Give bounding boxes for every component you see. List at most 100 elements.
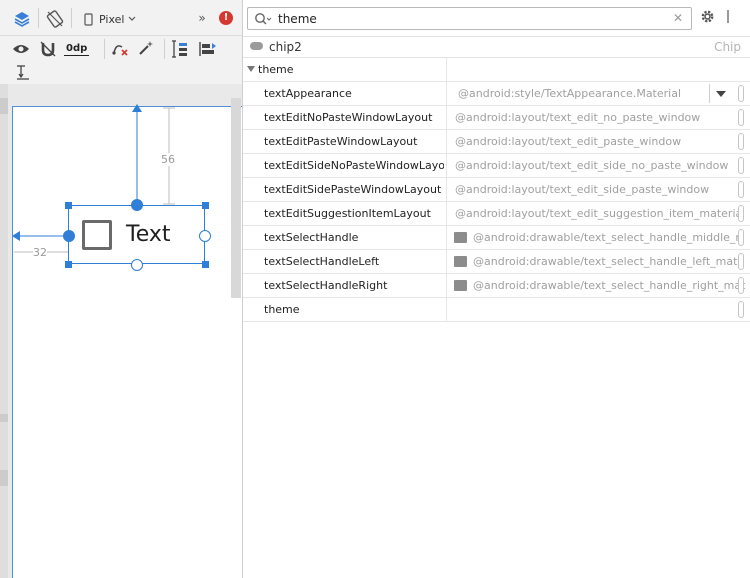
resource-picker-button[interactable] — [738, 157, 744, 174]
section-value-cell — [446, 58, 750, 82]
orientation-icon[interactable] — [45, 9, 65, 29]
search-icon — [255, 13, 272, 25]
layers-icon[interactable] — [12, 9, 32, 29]
error-icon[interactable]: ! — [219, 11, 233, 25]
property-value-cell[interactable]: @android:style/TextAppearance.Material — [446, 82, 750, 106]
component-header: chip2 Chip — [243, 36, 750, 58]
property-row[interactable]: textEditNoPasteWindowLayout @android:lay… — [243, 106, 750, 130]
property-name: textSelectHandleLeft — [264, 255, 380, 268]
property-name: textSelectHandleRight — [264, 279, 388, 292]
property-name: textSelectHandle — [264, 231, 359, 244]
magnet-icon[interactable] — [40, 41, 56, 57]
widget-text: Text — [126, 222, 171, 247]
anchor-top[interactable] — [131, 199, 143, 211]
property-row[interactable]: textEditSideNoPasteWindowLayo... @androi… — [243, 154, 750, 178]
section-label: theme — [258, 63, 294, 76]
dimension-label-left: 32 — [33, 246, 47, 259]
component-id: chip2 — [269, 40, 302, 54]
property-value-cell[interactable]: @android:layout/text_edit_suggestion_ite… — [446, 202, 750, 226]
resource-picker-button[interactable] — [738, 205, 744, 222]
anchor-right[interactable] — [199, 230, 211, 242]
property-row[interactable]: textEditPasteWindowLayout @android:layou… — [243, 130, 750, 154]
chevron-down-icon — [716, 91, 726, 97]
property-value-cell[interactable]: @android:drawable/text_select_handle_mid… — [446, 226, 750, 250]
property-row[interactable]: textEditSuggestionItemLayout @android:la… — [243, 202, 750, 226]
property-value-cell[interactable]: @android:layout/text_edit_side_no_paste_… — [446, 154, 750, 178]
property-value-cell[interactable] — [446, 298, 750, 322]
default-margin-button[interactable]: 0dp — [64, 41, 90, 57]
property-value-cell[interactable]: @android:layout/text_edit_side_paste_win… — [446, 178, 750, 202]
resize-handle[interactable] — [65, 261, 72, 268]
property-value-cell[interactable]: @android:layout/text_edit_paste_window — [446, 130, 750, 154]
pack-icon[interactable] — [172, 40, 188, 58]
overflow-menu-icon[interactable] — [725, 9, 733, 24]
anchor-bottom[interactable] — [131, 259, 143, 271]
property-row[interactable]: textSelectHandle @android:drawable/text_… — [243, 226, 750, 250]
toolbar-separator — [104, 39, 105, 59]
property-row[interactable]: textAppearance @android:style/TextAppear… — [243, 82, 750, 106]
image-icon — [454, 232, 467, 243]
property-name: textEditSidePasteWindowLayout — [264, 183, 442, 196]
property-name: theme — [264, 303, 300, 316]
resource-picker-button[interactable] — [738, 109, 744, 126]
overflow-icon[interactable]: » — [196, 11, 208, 25]
design-toolbar-secondary: 0dp — [0, 36, 242, 84]
dropdown-button[interactable] — [709, 84, 731, 103]
magic-wand-icon[interactable] — [138, 40, 154, 56]
image-icon — [454, 280, 467, 291]
clear-search-icon[interactable]: ✕ — [673, 11, 683, 25]
property-value-cell[interactable]: @android:layout/text_edit_no_paste_windo… — [446, 106, 750, 130]
resize-handle[interactable] — [202, 202, 209, 209]
toolbar-separator — [164, 39, 165, 59]
property-value: @android:layout/text_edit_side_paste_win… — [455, 183, 710, 196]
align-icon[interactable] — [199, 41, 217, 57]
guidelines-icon[interactable] — [16, 65, 30, 81]
property-name: textAppearance — [264, 87, 352, 100]
eye-icon[interactable] — [12, 42, 30, 56]
property-value: @android:drawable/text_select_handle_mid… — [473, 231, 743, 244]
property-value-cell[interactable]: @android:drawable/text_select_handle_lef… — [446, 250, 750, 274]
expand-triangle-icon[interactable] — [247, 66, 255, 72]
attribute-search[interactable]: ✕ — [247, 7, 692, 30]
resource-picker-button[interactable] — [738, 181, 744, 198]
attributes-panel: ✕ chip2 Chip theme textAppearance @andro… — [242, 0, 750, 578]
device-selector[interactable]: Pixel — [84, 11, 136, 27]
property-value-cell[interactable]: @android:drawable/text_select_handle_rig… — [446, 274, 750, 298]
image-icon — [454, 256, 467, 267]
property-table: theme textAppearance @android:style/Text… — [243, 58, 750, 322]
resize-handle[interactable] — [202, 261, 209, 268]
property-name: textEditSideNoPasteWindowLayo... — [264, 159, 444, 172]
search-input[interactable] — [278, 10, 668, 27]
checkbox-icon — [82, 220, 112, 250]
clear-constraints-icon[interactable] — [112, 41, 130, 57]
design-toolbar-top: Pixel » ! — [0, 0, 242, 36]
chevron-down-icon — [129, 16, 136, 21]
property-value: @android:style/TextAppearance.Material — [458, 87, 682, 100]
device-label: Pixel — [99, 12, 125, 26]
property-row[interactable]: textEditSidePasteWindowLayout @android:l… — [243, 178, 750, 202]
margin-value: 0dp — [64, 42, 90, 56]
resource-picker-button[interactable] — [738, 133, 744, 150]
resource-picker-button[interactable] — [738, 301, 744, 318]
phone-icon — [84, 12, 93, 26]
resource-picker-button[interactable] — [738, 253, 744, 270]
property-row[interactable]: textSelectHandleRight @android:drawable/… — [243, 274, 750, 298]
resource-picker-button[interactable] — [738, 277, 744, 294]
property-name: textEditPasteWindowLayout — [264, 135, 418, 148]
component-type: Chip — [714, 40, 741, 54]
gear-icon[interactable] — [700, 9, 715, 24]
toolbar-separator — [71, 8, 72, 28]
resize-handle[interactable] — [65, 202, 72, 209]
constraint-overlay — [12, 104, 175, 253]
anchor-left[interactable] — [63, 230, 75, 242]
property-value: @android:layout/text_edit_side_no_paste_… — [455, 159, 729, 172]
property-row[interactable]: theme — [243, 298, 750, 322]
design-editor: Pixel » ! 0dp 56 32 Text — [0, 0, 244, 578]
property-row[interactable]: textSelectHandleLeft @android:drawable/t… — [243, 250, 750, 274]
resource-picker-button[interactable] — [738, 229, 744, 246]
resource-picker-button[interactable] — [738, 85, 744, 102]
property-value: @android:layout/text_edit_no_paste_windo… — [455, 111, 701, 124]
property-value: @android:drawable/text_select_handle_lef… — [473, 255, 745, 268]
chip-icon — [250, 42, 263, 50]
section-header-theme[interactable]: theme — [243, 58, 750, 82]
